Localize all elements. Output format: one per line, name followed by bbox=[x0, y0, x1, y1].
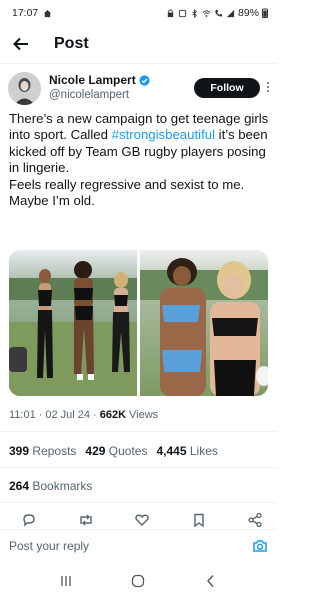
views-label: Views bbox=[129, 409, 159, 421]
reposts-stat[interactable]: 399 Reposts bbox=[9, 444, 76, 458]
bookmarks-count: 264 bbox=[9, 479, 30, 493]
battery-icon bbox=[262, 8, 268, 18]
signal-icon bbox=[226, 9, 235, 17]
quotes-label: Quotes bbox=[108, 444, 148, 458]
follow-button[interactable]: Follow bbox=[194, 78, 260, 98]
reply-input[interactable]: Post your reply bbox=[9, 539, 89, 553]
photo-2[interactable] bbox=[140, 250, 268, 396]
home-icon[interactable] bbox=[130, 573, 146, 589]
bluetooth-icon bbox=[192, 8, 197, 18]
likes-count: 4,445 bbox=[156, 444, 187, 458]
tweet-meta: 11:01 · 02 Jul 24 · 662K Views bbox=[9, 409, 159, 421]
call-icon bbox=[215, 9, 223, 16]
bookmarks-label: Bookmarks bbox=[32, 479, 93, 493]
avatar[interactable] bbox=[8, 71, 41, 105]
stats-divider bbox=[0, 467, 277, 468]
back-nav-icon[interactable] bbox=[203, 573, 219, 589]
tweet-text: There’s a new campaign to get teenage gi… bbox=[9, 111, 271, 209]
repost-icon[interactable] bbox=[78, 512, 94, 528]
author-row: Nicole Lampert @nicolelampert Follow bbox=[8, 70, 270, 106]
arrow-left-icon bbox=[13, 37, 28, 51]
reply-icon[interactable] bbox=[21, 512, 37, 528]
tweet-date: 02 Jul 24 bbox=[45, 409, 91, 421]
bookmarks-stat[interactable]: 264 Bookmarks bbox=[9, 479, 92, 493]
back-button[interactable] bbox=[10, 33, 32, 55]
share-icon[interactable] bbox=[247, 512, 263, 528]
top-bar: Post bbox=[0, 28, 277, 60]
status-bar: 17:07 89% bbox=[0, 0, 277, 26]
status-time: 17:07 bbox=[12, 7, 39, 19]
heart-icon[interactable] bbox=[134, 512, 150, 528]
photo-1[interactable] bbox=[9, 250, 137, 396]
tweet-media bbox=[9, 250, 268, 396]
system-nav-bar bbox=[0, 562, 277, 600]
quotes-stat[interactable]: 429 Quotes bbox=[85, 444, 147, 458]
bookmarks-divider bbox=[0, 502, 277, 503]
quotes-count: 429 bbox=[85, 444, 106, 458]
author-handle[interactable]: @nicolelampert bbox=[49, 88, 150, 102]
more-vertical-icon bbox=[267, 81, 269, 92]
header-divider bbox=[0, 63, 277, 64]
likes-label: Likes bbox=[189, 444, 218, 458]
lock-icon bbox=[167, 8, 174, 17]
meta-divider bbox=[0, 431, 277, 432]
nfc-icon bbox=[178, 9, 187, 17]
hashtag-link[interactable]: #strongisbeautiful bbox=[112, 127, 215, 142]
wifi-icon bbox=[202, 9, 211, 17]
reposts-count: 399 bbox=[9, 444, 30, 458]
author-name[interactable]: Nicole Lampert bbox=[49, 73, 136, 88]
tweet-text-part-3: Feels really regressive and sexist to me… bbox=[9, 176, 245, 209]
verified-badge-icon bbox=[139, 75, 150, 86]
reposts-label: Reposts bbox=[32, 444, 77, 458]
bookmark-icon[interactable] bbox=[191, 512, 207, 528]
recent-apps-icon[interactable] bbox=[58, 573, 74, 589]
tweet-time: 11:01 bbox=[9, 409, 36, 421]
more-options-button[interactable] bbox=[266, 81, 270, 96]
reply-bar: Post your reply bbox=[0, 529, 277, 561]
likes-stat[interactable]: 4,445 Likes bbox=[156, 444, 217, 458]
page-title: Post bbox=[54, 35, 89, 52]
action-bar bbox=[0, 512, 277, 528]
camera-icon[interactable] bbox=[252, 538, 268, 554]
battery-level: 89% bbox=[237, 7, 259, 19]
views-count: 662K bbox=[99, 409, 127, 421]
home-notification-icon bbox=[44, 9, 52, 17]
engagement-stats: 399 Reposts 429 Quotes 4,445 Likes bbox=[9, 444, 218, 458]
